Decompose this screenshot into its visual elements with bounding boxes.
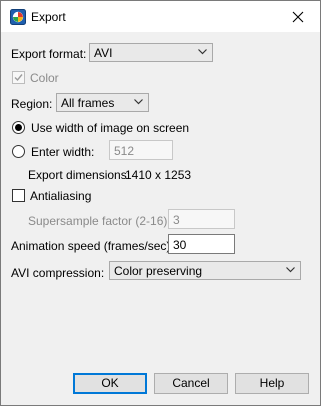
animation-speed-label: Animation speed (frames/sec): <box>11 239 174 253</box>
close-icon <box>292 11 304 22</box>
window-title: Export <box>31 10 66 24</box>
supersample-input[interactable]: 3 <box>168 209 235 229</box>
checkmark-icon <box>14 74 23 82</box>
width-input[interactable]: 512 <box>109 140 173 160</box>
supersample-label: Supersample factor (2-16): <box>28 214 171 228</box>
help-button[interactable]: Help <box>235 373 309 394</box>
close-button[interactable] <box>276 1 320 32</box>
radio-selected-dot <box>15 124 22 131</box>
ok-button[interactable]: OK <box>73 373 147 394</box>
export-dialog: Export Export format: AVI Color Region: … <box>0 0 321 406</box>
color-label: Color <box>30 71 59 85</box>
antialiasing-checkbox[interactable] <box>12 189 25 202</box>
export-dimensions-label: Export dimensions: <box>28 168 131 182</box>
enter-width-label: Enter width: <box>31 145 95 159</box>
chevron-down-icon <box>286 267 295 273</box>
region-value: All frames <box>61 96 115 110</box>
chevron-down-icon <box>198 49 207 55</box>
export-format-label: Export format: <box>11 47 87 61</box>
export-format-value: AVI <box>94 46 113 60</box>
avi-compression-label: AVI compression: <box>11 266 105 280</box>
region-select[interactable]: All frames <box>56 93 149 112</box>
title-bar[interactable]: Export <box>1 1 320 32</box>
enter-width-radio[interactable] <box>12 145 25 158</box>
avi-compression-select[interactable]: Color preserving <box>109 261 301 280</box>
export-dimensions-value: 1410 x 1253 <box>125 168 192 182</box>
use-screen-width-label: Use width of image on screen <box>31 121 190 135</box>
use-screen-width-radio[interactable] <box>12 121 25 134</box>
avi-compression-value: Color preserving <box>114 264 203 278</box>
region-label: Region: <box>11 97 53 111</box>
color-checkbox[interactable] <box>12 71 25 84</box>
animation-speed-value: 30 <box>173 238 187 252</box>
chevron-down-icon <box>134 99 143 105</box>
supersample-value: 3 <box>173 213 180 227</box>
animation-speed-input[interactable]: 30 <box>168 234 235 254</box>
export-format-select[interactable]: AVI <box>89 43 213 62</box>
app-logo-icon <box>10 9 26 25</box>
antialiasing-label: Antialiasing <box>30 189 92 203</box>
cancel-button[interactable]: Cancel <box>154 373 228 394</box>
width-input-value: 512 <box>114 144 135 158</box>
